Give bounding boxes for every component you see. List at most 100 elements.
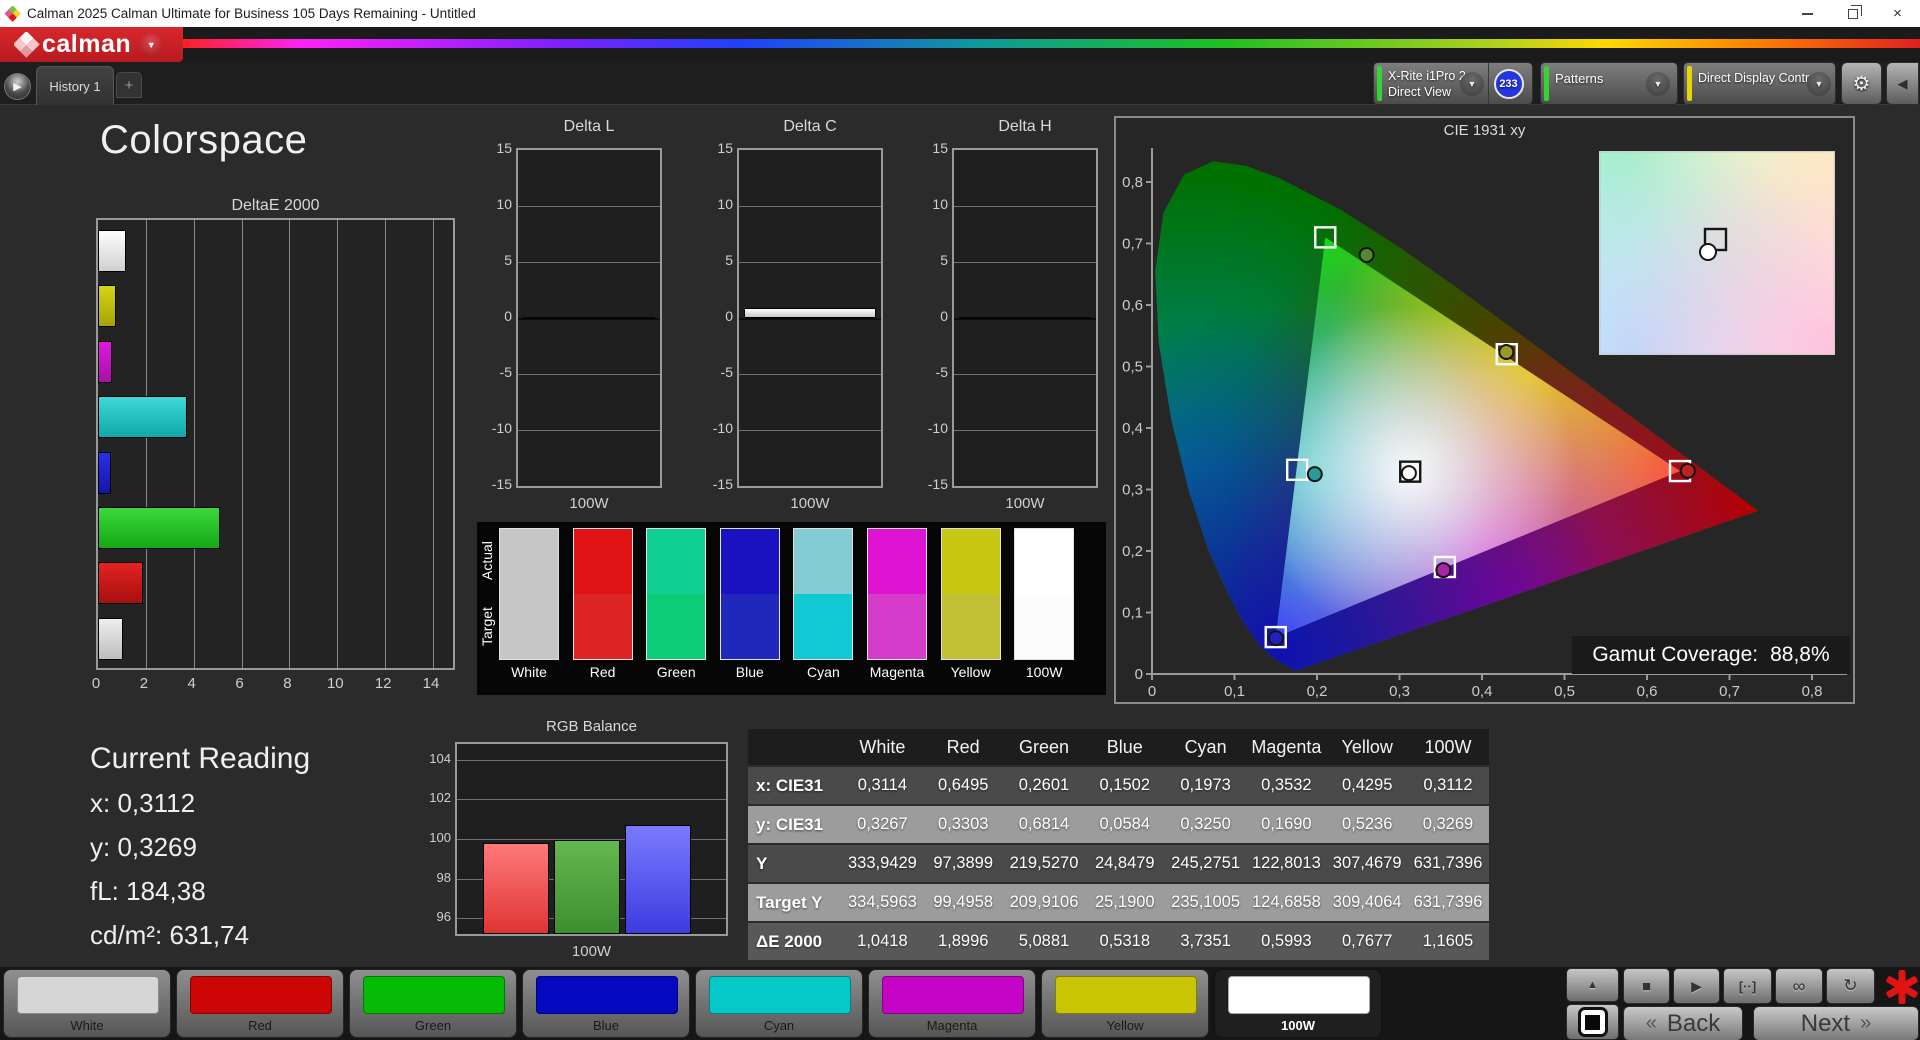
actual-swatch [500,529,558,594]
tick-label: 10 [717,196,733,212]
notification-asterisk-icon[interactable] [1884,967,1920,1007]
chevron-down-icon: ▼ [146,39,156,50]
swatch-label: 100W [1025,664,1063,680]
svg-text:0,1: 0,1 [1224,683,1245,700]
tick-label: 4 [187,675,196,692]
pattern-button-blue[interactable]: Blue [522,969,690,1038]
pattern-series-button[interactable]: [··] [1723,968,1772,1004]
next-button[interactable]: Next » [1753,1006,1919,1040]
tick-label: 10 [932,196,948,212]
cell-value: 333,9429 [847,854,917,872]
pattern-swatch [190,976,332,1014]
svg-text:0,2: 0,2 [1307,683,1328,700]
plot-area [516,148,662,488]
cie-measured-cyan [1306,466,1323,483]
play-icon: ▶ [1691,977,1702,994]
pattern-swatch [1055,976,1197,1014]
column-header: Cyan [1184,736,1227,757]
chevron-down-icon: ▼ [1646,71,1670,96]
minimize-icon [1802,12,1813,15]
rgb-balance-y-axis: 104 102 100 98 96 [413,742,451,936]
swatch-label: Green [656,664,696,680]
gridline [289,220,291,668]
measure-button[interactable]: ▶ [1673,968,1720,1004]
calman-logo-menu[interactable]: calman ▼ [0,27,183,62]
patterns-dropdown[interactable]: Patterns ▼ [1540,62,1678,105]
pattern-button-white[interactable]: White [3,969,171,1038]
cell-value: 122,8013 [1251,854,1321,872]
refresh-button[interactable]: ↻ [1826,968,1875,1004]
chevrons-left-icon: « [1645,1012,1657,1034]
tick-label: 2 [139,675,149,692]
target-swatch [720,594,779,659]
actual-swatch [647,529,706,594]
chevron-left-icon: ◀ [1897,75,1908,91]
pattern-button-100w[interactable]: 100W [1214,969,1382,1038]
tab-history-1[interactable]: History 1 [36,66,114,105]
tick-label: 14 [422,675,440,692]
pattern-button-red[interactable]: Red [176,969,344,1038]
gridline [433,220,435,668]
restore-button[interactable] [1830,0,1875,27]
gridline [193,220,195,668]
meter-dropdown[interactable]: X-Rite i1Pro 2 Direct View ▼ 233 [1373,62,1533,105]
continuous-measure-button[interactable]: ∞ [1775,968,1823,1004]
rgb-bar-blue [625,825,691,934]
svg-text:0,5: 0,5 [1122,359,1143,376]
minimize-button[interactable] [1785,0,1830,27]
pattern-label: White [70,1018,104,1033]
target-swatch [1015,594,1074,659]
cell-value: 0,1690 [1261,815,1312,833]
play-icon: ▶ [13,81,22,93]
deltae-2000-chart [96,218,455,670]
meter-count-badge[interactable]: 233 [1493,68,1524,99]
actual-swatch [573,529,632,594]
pattern-button-yellow[interactable]: Yellow [1041,969,1209,1038]
measurement-table: White Red Green Blue Cyan Magenta Yellow 100W x:… [748,729,1489,960]
svg-text:0,7: 0,7 [1719,683,1740,700]
calman-wordmark: calman [42,30,132,58]
row-label: ΔE 2000 [756,931,823,951]
svg-text:0,6: 0,6 [1122,297,1143,314]
close-button[interactable]: × [1875,0,1920,27]
deltae-bar-green [98,507,220,549]
pattern-button-magenta[interactable]: Magenta [868,969,1036,1038]
gridline [241,220,243,668]
cell-value: 334,5963 [847,893,917,911]
page-title: Colorspace [100,118,308,162]
tick-label: 96 [436,909,451,925]
pattern-button-cyan[interactable]: Cyan [695,969,863,1038]
pattern-button-green[interactable]: Green [349,969,517,1038]
cell-value: 1,1605 [1422,932,1474,950]
swatch-label: Yellow [950,664,991,680]
column-header: White [859,736,906,757]
gamut-coverage-value: 88,8% [1770,643,1830,666]
svg-text:0,2: 0,2 [1122,543,1143,560]
settings-button[interactable]: ⚙ [1841,62,1882,105]
gridline [145,220,147,668]
collapse-panel-button[interactable]: ◀ [1886,62,1919,105]
rgb-bar-green [554,839,620,934]
chevron-up-icon: ▲ [1587,979,1598,991]
swatch-label: Red [589,664,616,680]
gridline [739,430,881,431]
add-tab-button[interactable]: + [116,72,142,98]
rgb-balance-x-label: 100W [571,943,612,960]
back-button[interactable]: « Back [1623,1006,1743,1040]
cell-value: 0,0584 [1099,815,1151,833]
stop-measure-button[interactable]: ■ [1623,968,1670,1004]
tick-label: 8 [283,675,292,692]
cell-value: 0,3267 [857,815,908,833]
display-control-dropdown[interactable]: Direct Display Control ▼ [1683,62,1836,105]
cie-chart-title: CIE 1931 xy [1443,122,1526,139]
pattern-window-toggle-button[interactable] [1566,1004,1619,1040]
table-row: y: CIE31 0,3267 0,3303 0,6814 0,0584 0,3250 0,… [748,806,1489,843]
calman-app: Calman 2025 Calman Ultimate for Business… [0,0,1920,1040]
brand-menu-button[interactable]: ▼ [139,32,164,57]
expand-pattern-tray-button[interactable]: ▲ [1566,968,1619,1002]
target-swatch [794,594,853,659]
cell-value: 631,7396 [1413,893,1483,911]
history-nav-button[interactable]: ▶ [4,73,31,100]
cell-value: 99,4958 [933,893,994,911]
gridline [954,430,1096,431]
